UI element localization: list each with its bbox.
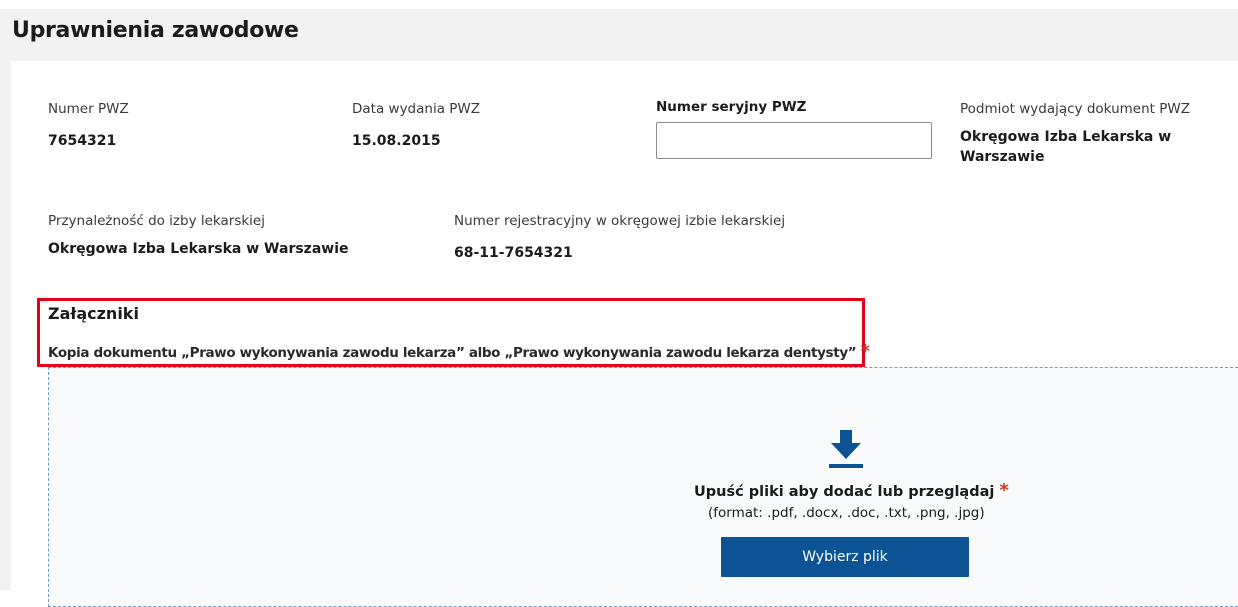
dropzone-title-text: Upuść pliki aby dodać lub przeglądaj [694, 484, 995, 500]
serial-number-label: Numer seryjny PWZ [656, 99, 807, 115]
page-title: Uprawnienia zawodowe [12, 18, 299, 43]
serial-number-field: Numer seryjny PWZ [656, 99, 806, 115]
serial-number-input[interactable] [656, 122, 932, 159]
dropzone-required-marker: * [999, 480, 1009, 501]
chamber-value: Okręgowa Izba Lekarska w Warszawie [48, 241, 349, 257]
attachments-heading: Załączniki [48, 304, 139, 323]
chamber-label: Przynależność do izby lekarskiej [48, 213, 265, 229]
pwz-number-value: 7654321 [48, 133, 117, 149]
issue-date-field: Data wydania PWZ 15.08.2015 [352, 101, 480, 151]
registration-label: Numer rejestracyjny w okręgowej izbie le… [454, 213, 786, 229]
issuer-label: Podmiot wydający dokument PWZ [960, 101, 1190, 117]
chamber-field: Przynależność do izby lekarskiej Okręgow… [48, 213, 349, 259]
issue-date-label: Data wydania PWZ [352, 101, 481, 117]
required-marker: * [860, 341, 870, 362]
registration-value: 68-11-7654321 [454, 245, 573, 261]
pwz-number-label: Numer PWZ [48, 101, 129, 117]
attachments-description: Kopia dokumentu „Prawo wykonywania zawod… [48, 341, 870, 362]
attachments-description-text: Kopia dokumentu „Prawo wykonywania zawod… [48, 345, 857, 361]
download-icon [829, 430, 863, 468]
dropzone-formats: (format: .pdf, .docx, .doc, .txt, .png, … [708, 505, 985, 521]
issuer-field: Podmiot wydający dokument PWZ Okręgowa I… [960, 101, 1220, 167]
choose-file-button[interactable]: Wybierz plik [721, 537, 969, 577]
issue-date-value: 15.08.2015 [352, 133, 441, 149]
dropzone-title: Upuść pliki aby dodać lub przeglądaj * [694, 480, 1009, 501]
left-rail [0, 61, 11, 590]
registration-field: Numer rejestracyjny w okręgowej izbie le… [454, 213, 785, 263]
file-dropzone[interactable] [48, 367, 1238, 607]
issuer-value: Okręgowa Izba Lekarska w Warszawie [960, 129, 1172, 165]
pwz-number-field: Numer PWZ 7654321 [48, 101, 129, 151]
